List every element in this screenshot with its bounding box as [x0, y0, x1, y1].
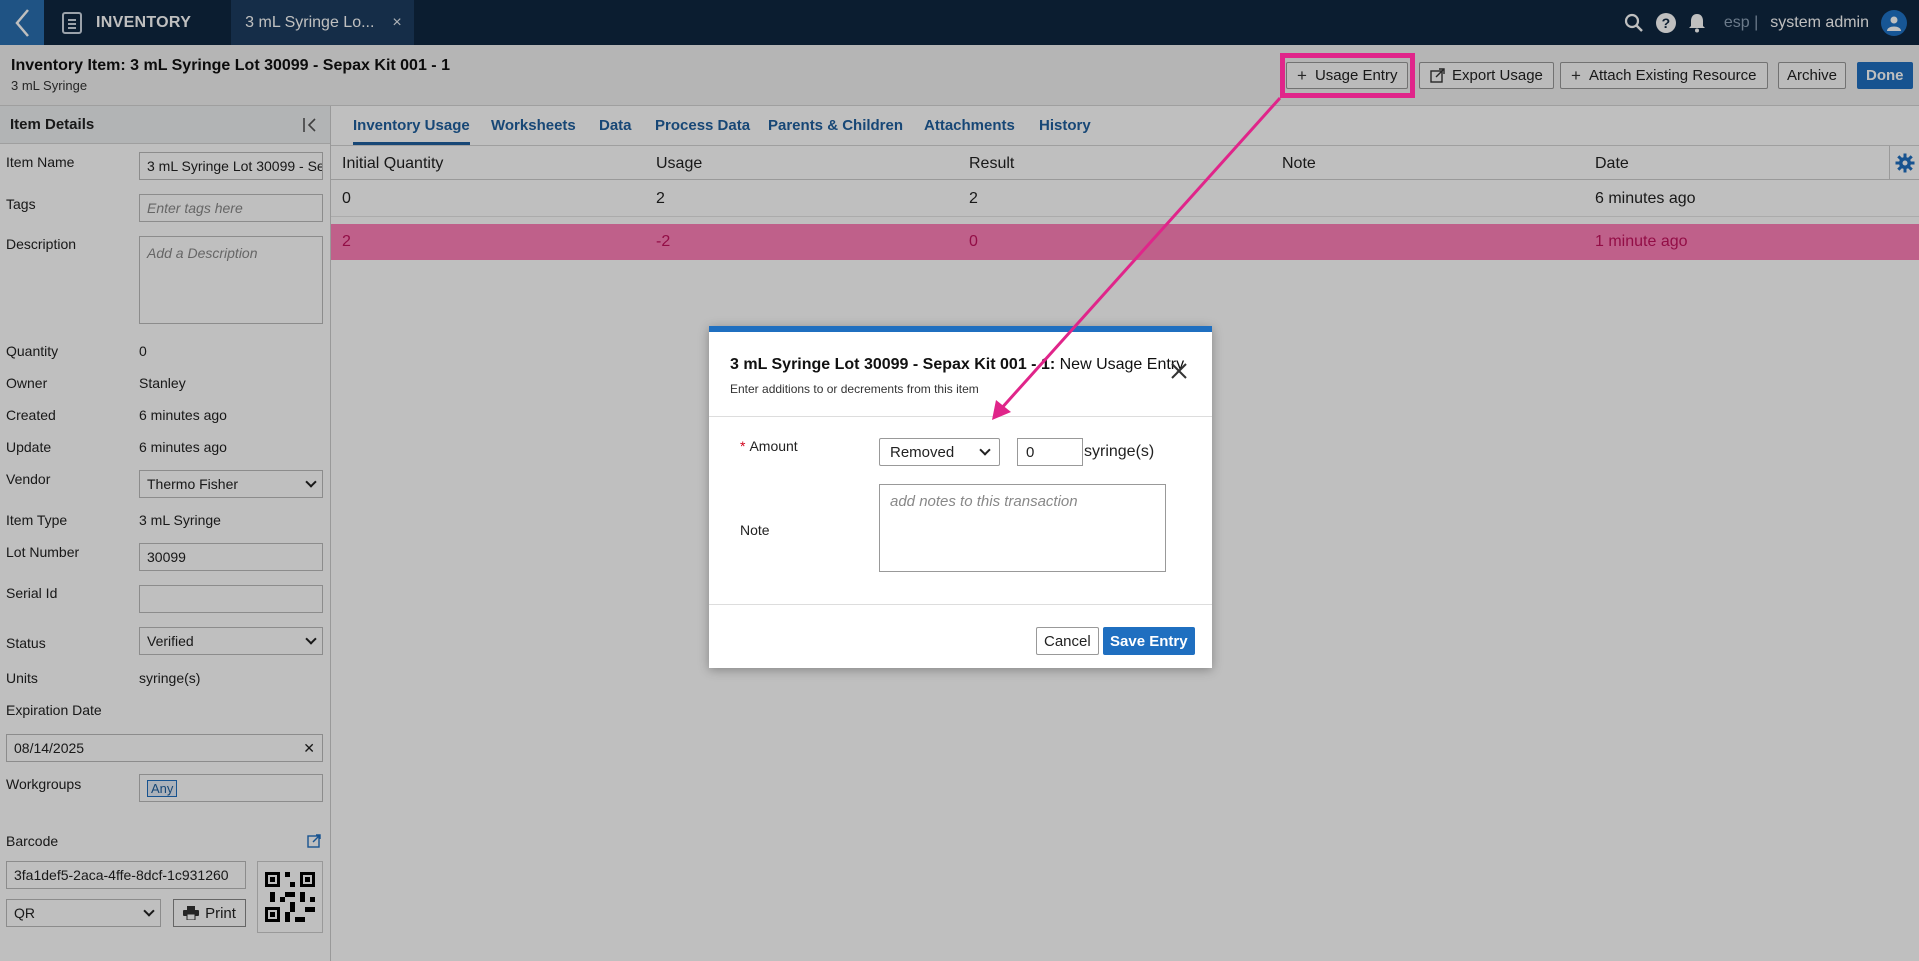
required-mark: *: [740, 438, 746, 454]
divider: [709, 604, 1212, 605]
save-entry-button[interactable]: Save Entry: [1103, 627, 1195, 655]
chevron-down-icon: [979, 444, 991, 456]
amount-label: * Amount: [740, 438, 798, 454]
annotation-highlight: [1280, 53, 1415, 98]
cancel-button[interactable]: Cancel: [1036, 627, 1099, 655]
usage-entry-dialog: 3 mL Syringe Lot 30099 - Sepax Kit 001 -…: [709, 326, 1212, 668]
close-icon[interactable]: [1170, 362, 1188, 380]
dialog-title-action: New Usage Entry: [1055, 356, 1185, 373]
amount-label-text: Amount: [749, 438, 798, 454]
amount-input[interactable]: 0: [1017, 438, 1083, 466]
note-label: Note: [740, 522, 770, 538]
amount-mode-value: Removed: [890, 443, 955, 461]
amount-unit: syringe(s): [1084, 443, 1155, 460]
note-textarea[interactable]: add notes to this transaction: [879, 484, 1166, 572]
dialog-subtitle: Enter additions to or decrements from th…: [730, 382, 979, 396]
divider: [709, 416, 1212, 417]
amount-mode-select[interactable]: Removed: [879, 438, 1000, 466]
dialog-title-item: 3 mL Syringe Lot 30099 - Sepax Kit 001 -…: [730, 356, 1056, 373]
dialog-title: 3 mL Syringe Lot 30099 - Sepax Kit 001 -…: [730, 356, 1184, 374]
